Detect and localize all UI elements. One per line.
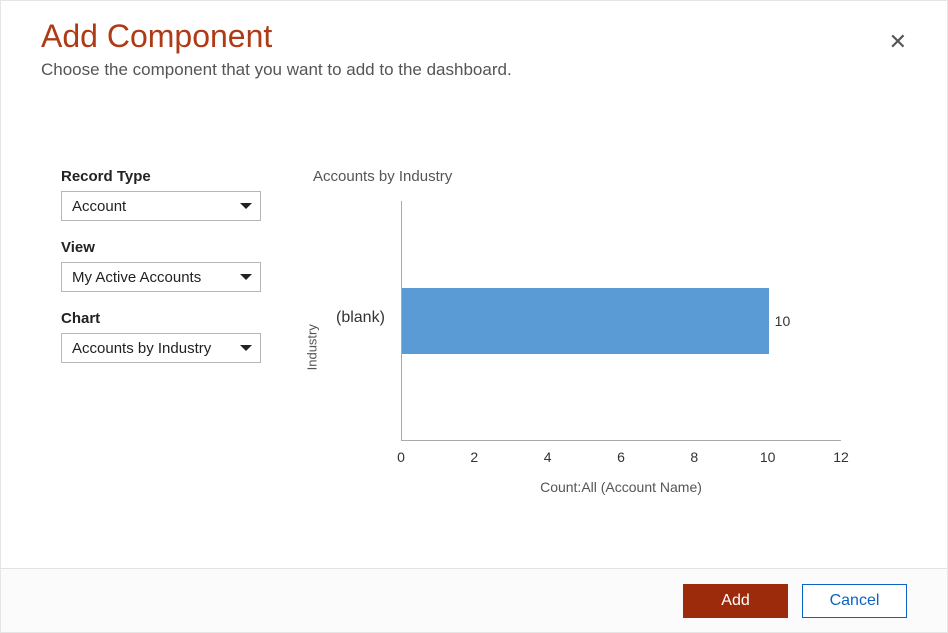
x-tick-label: 4 — [544, 449, 552, 465]
x-tick-label: 2 — [470, 449, 478, 465]
cancel-button[interactable]: Cancel — [802, 584, 907, 618]
chart-select[interactable]: Accounts by Industry — [61, 333, 261, 363]
add-button[interactable]: Add — [683, 584, 788, 618]
bar: 10 — [402, 288, 769, 354]
chevron-down-icon — [240, 203, 252, 209]
record-type-label: Record Type — [61, 168, 261, 185]
x-tick-label: 8 — [690, 449, 698, 465]
y-tick-label: (blank) — [336, 309, 385, 327]
chart-title: Accounts by Industry — [313, 168, 907, 185]
close-button[interactable]: ✕ — [889, 31, 907, 53]
view-select[interactable]: My Active Accounts — [61, 262, 261, 292]
chevron-down-icon — [240, 274, 252, 280]
close-icon: ✕ — [889, 29, 907, 54]
record-type-value: Account — [72, 198, 126, 215]
chart-preview: Accounts by Industry Industry (blank) 10… — [291, 168, 907, 528]
y-axis-label: Industry — [305, 324, 320, 370]
chart-area: Industry (blank) 10 0 2 4 6 8 10 12 Count:All … — [291, 191, 851, 511]
view-label: View — [61, 239, 261, 256]
dialog-title: Add Component — [41, 19, 907, 54]
x-tick-label: 12 — [833, 449, 849, 465]
chevron-down-icon — [240, 345, 252, 351]
record-type-select[interactable]: Account — [61, 191, 261, 221]
x-axis-label: Count:All (Account Name) — [401, 479, 841, 495]
x-tick-label: 10 — [760, 449, 776, 465]
dialog-header: Add Component Choose the component that … — [1, 1, 947, 88]
chart-value: Accounts by Industry — [72, 340, 211, 357]
plot: 10 — [401, 201, 841, 441]
chart-label: Chart — [61, 310, 261, 327]
form-panel: Record Type Account View My Active Accou… — [41, 168, 261, 528]
dialog-subtitle: Choose the component that you want to ad… — [41, 60, 907, 80]
view-value: My Active Accounts — [72, 269, 201, 286]
x-tick-label: 6 — [617, 449, 625, 465]
bar-value-label: 10 — [775, 313, 791, 329]
dialog-content: Record Type Account View My Active Accou… — [1, 88, 947, 548]
x-tick-label: 0 — [397, 449, 405, 465]
dialog-footer: Add Cancel — [1, 568, 947, 632]
x-axis-ticks: 024681012 — [401, 443, 841, 467]
